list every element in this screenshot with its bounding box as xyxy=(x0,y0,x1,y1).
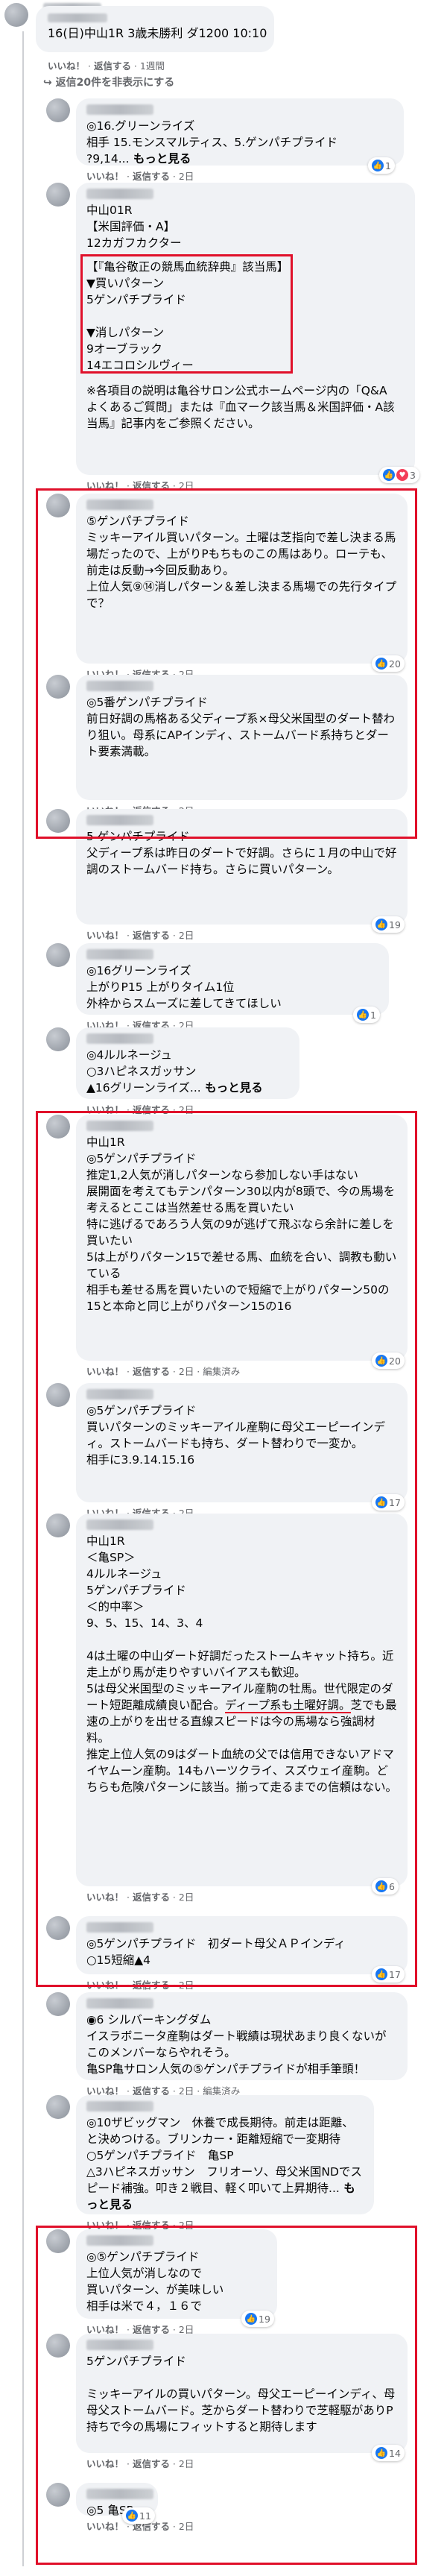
reply-button[interactable]: 返信する xyxy=(133,930,170,941)
commenter-name-blurred[interactable] xyxy=(86,1998,153,2009)
commenter-avatar[interactable] xyxy=(46,943,70,967)
highlight-box xyxy=(80,254,293,374)
thumbs-up-icon: 👍 xyxy=(375,919,387,930)
thumbs-up-icon: 👍 xyxy=(372,160,384,171)
timestamp: 2日 xyxy=(178,930,194,941)
commenter-avatar[interactable] xyxy=(46,1027,70,1051)
author-name-blurred[interactable] xyxy=(48,13,107,22)
commenter-name-blurred[interactable] xyxy=(86,189,153,199)
comment-text: ◉6 シルバーキングダム イスラボニータ産駒はダート戦績は現状あまり良くないがこ… xyxy=(86,2013,387,2076)
like-button[interactable]: いいね！ xyxy=(48,60,85,72)
commenter-name-blurred[interactable] xyxy=(86,949,153,960)
avatar[interactable] xyxy=(4,3,28,27)
commenter-name-blurred[interactable] xyxy=(86,1033,153,1044)
comment-note: ※各項目の説明は亀谷サロン公式ホームページ内の「Q&A よくあるご質問」または『… xyxy=(86,384,399,430)
post-title: 16(日)中山1R 3歳未勝利 ダ1200 10:10 xyxy=(48,26,267,40)
reaction-count: 👍 1 xyxy=(353,1007,380,1023)
see-more-link[interactable]: もっと見る xyxy=(130,152,191,166)
return-arrow-icon: ↪ xyxy=(43,77,52,89)
thumbs-up-icon: 👍 xyxy=(383,469,395,481)
reaction-number: 1 xyxy=(385,160,391,171)
thread-line xyxy=(22,31,24,2566)
thumbs-up-icon: 👍 xyxy=(357,1009,369,1021)
reply-button[interactable]: 返信する xyxy=(94,60,131,72)
timestamp: 1週間 xyxy=(139,60,165,72)
commenter-name-blurred[interactable] xyxy=(86,2101,153,2111)
commenter-avatar[interactable] xyxy=(46,2095,70,2119)
heart-icon: ♥ xyxy=(396,469,408,481)
group-highlight-box xyxy=(36,1111,417,1987)
top-post: 16(日)中山1R 3歳未勝利 ダ1200 10:10 いいね！ · 返信する … xyxy=(0,0,447,97)
group-highlight-box xyxy=(36,488,417,839)
like-button[interactable]: いいね！ xyxy=(86,930,124,941)
commenter-avatar[interactable] xyxy=(46,98,70,122)
comment-meta: いいね！ · 返信する · 2日 xyxy=(86,171,194,182)
reaction-count: 👍 19 xyxy=(372,916,405,933)
comment-text: ◎16.グリーンライズ 相手 15.モンスマルティス、5.ゲンパチプライド ?9… xyxy=(86,119,338,166)
hide-replies-link[interactable]: ↪ 返信20件を非表示にする xyxy=(43,75,174,89)
see-more-link[interactable]: もっと見る xyxy=(86,2182,355,2211)
post-meta: いいね！ · 返信する · 1週間 xyxy=(48,60,165,72)
commenter-name-blurred[interactable] xyxy=(86,104,153,115)
timestamp: 2日 xyxy=(178,171,194,182)
reaction-count: 👍 ♥ 3 xyxy=(379,467,419,483)
like-button[interactable]: いいね！ xyxy=(86,171,124,182)
group-highlight-box xyxy=(36,2226,417,2565)
reply-button[interactable]: 返信する xyxy=(133,171,170,182)
comment-text: ◎10ザビッグマン 休養で成長期待。前走は距離、と決めつける。ブリンカー・距離短… xyxy=(86,2116,362,2211)
comment-text: 中山01R 【米国評価・A】 12カガフカクター xyxy=(86,204,182,250)
commenter-avatar[interactable] xyxy=(46,1992,70,2016)
comment-meta: いいね！ · 返信する · 2日 xyxy=(86,930,194,941)
reaction-number: 1 xyxy=(370,1009,376,1021)
hide-replies-label: 返信20件を非表示にする xyxy=(55,77,175,89)
comment-text: ◎16グリーンライズ 上がりP15 上がりタイム1位 外枠からスムーズに差してき… xyxy=(86,964,282,1010)
reaction-number: 3 xyxy=(410,469,416,481)
commenter-avatar[interactable] xyxy=(46,183,70,207)
comment-text: ◎4ルルネージュ ○3ハピネスガッサン ▲16グリーンライズ... もっと見る xyxy=(86,1048,263,1095)
reaction-count: 👍 1 xyxy=(368,157,395,174)
see-more-link[interactable]: もっと見る xyxy=(201,1081,263,1095)
reaction-number: 19 xyxy=(389,919,401,930)
